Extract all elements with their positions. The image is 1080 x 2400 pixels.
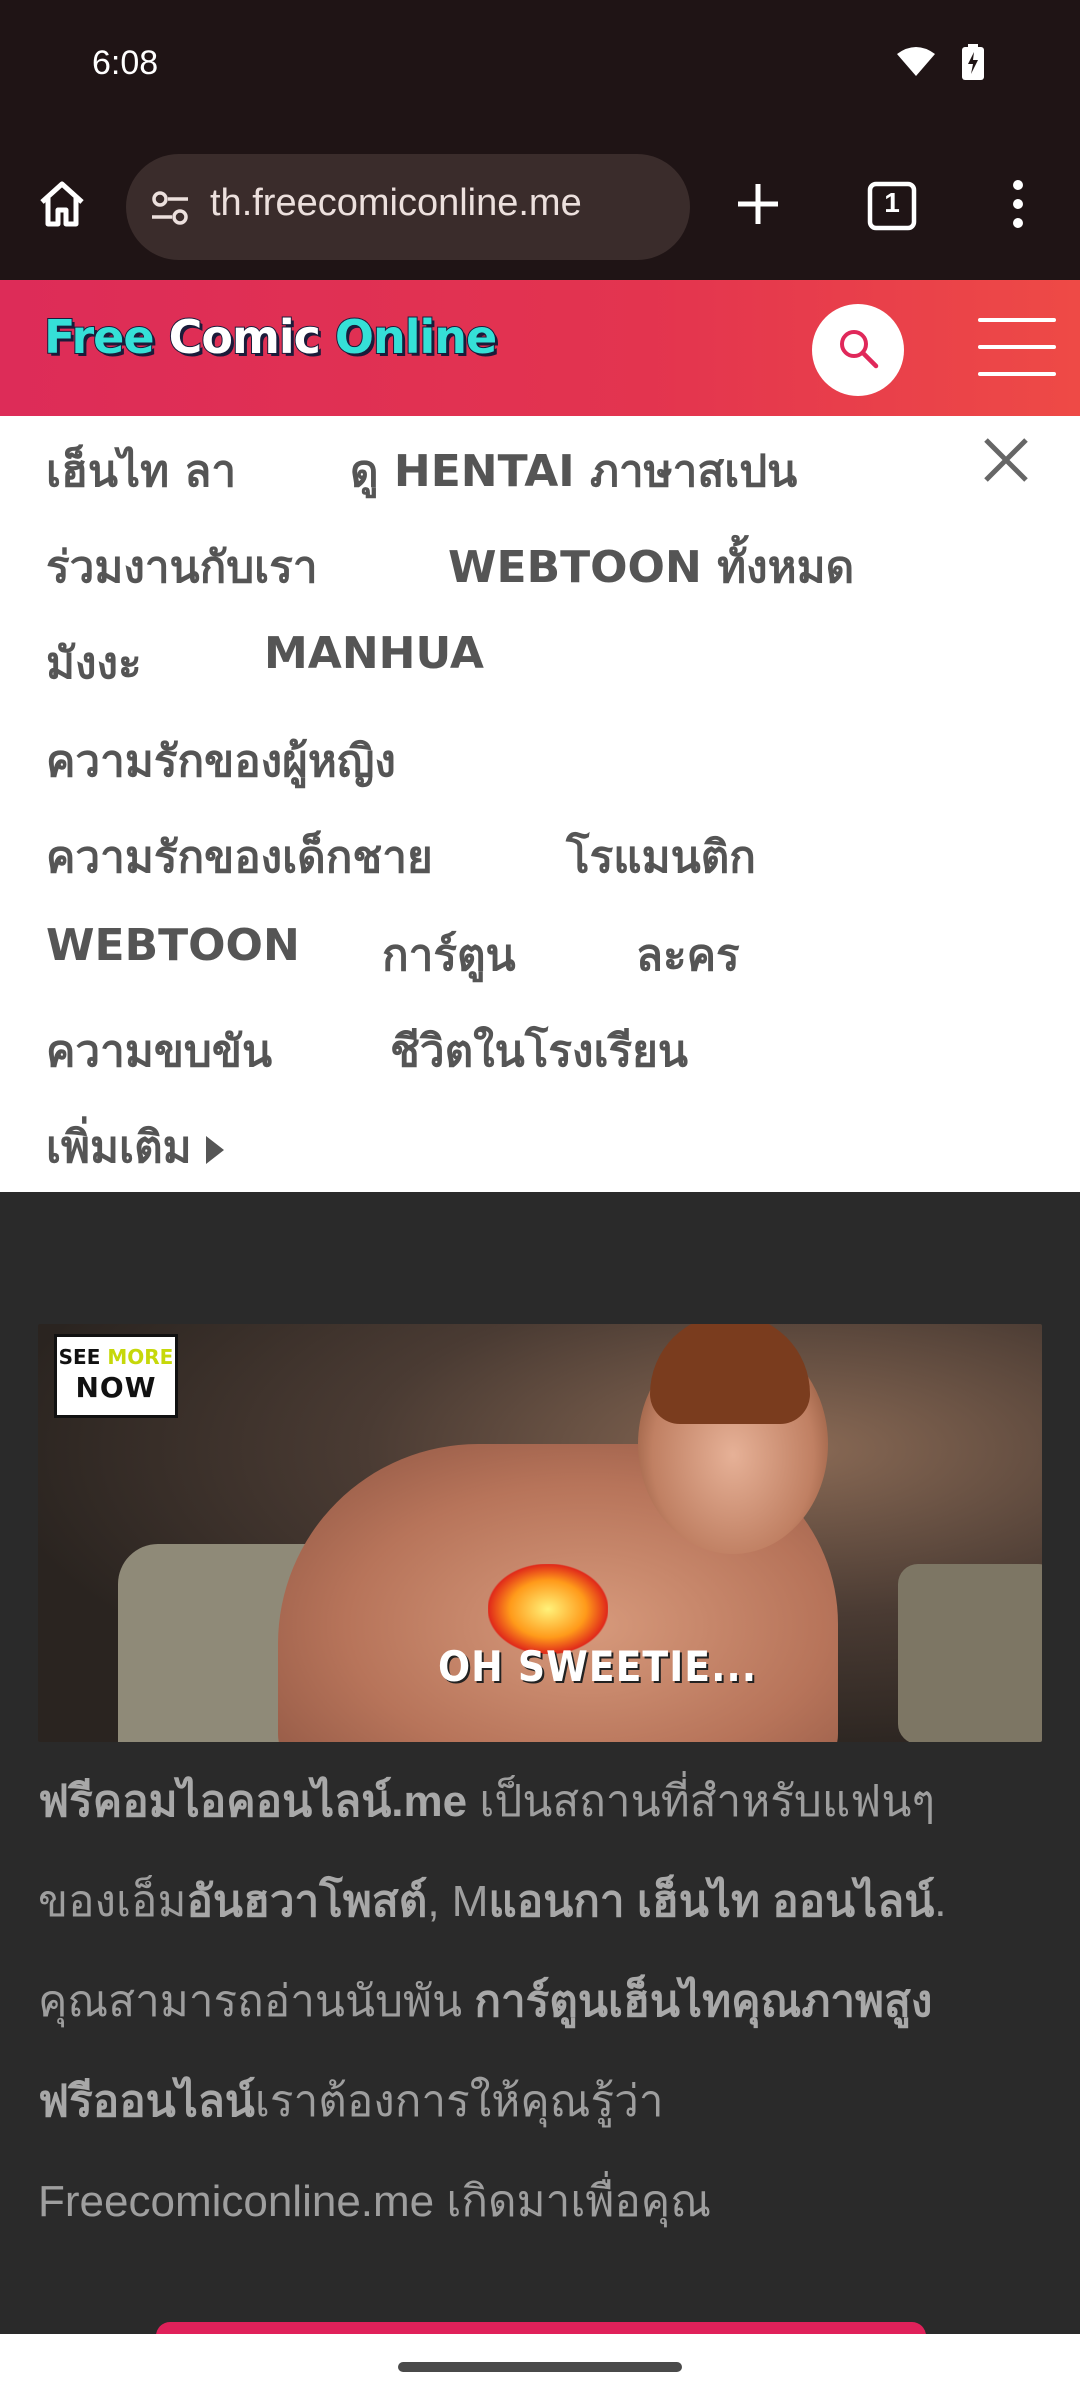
gesture-handle[interactable] bbox=[398, 2362, 682, 2372]
search-button[interactable] bbox=[812, 304, 904, 396]
logo-word-online: Online bbox=[334, 309, 498, 365]
desc-bold: ฟรีคอมไอคอนไลน์.me bbox=[38, 1777, 468, 1826]
desc-text: , M bbox=[427, 1877, 489, 1926]
hamburger-line bbox=[978, 372, 1056, 376]
nav-item[interactable]: มังงะ bbox=[46, 628, 142, 698]
nav-item[interactable]: MANHUA bbox=[264, 628, 484, 679]
site-settings-icon[interactable] bbox=[148, 186, 192, 234]
nav-item[interactable]: ความรักของเด็กชาย bbox=[46, 822, 433, 892]
tab-switcher-button[interactable]: 1 bbox=[852, 166, 932, 246]
ad-figure-shape bbox=[650, 1324, 810, 1424]
overflow-menu-icon bbox=[1010, 179, 1026, 233]
nav-item[interactable]: ความรักของผู้หญิง bbox=[46, 726, 396, 796]
tab-count: 1 bbox=[884, 187, 900, 218]
battery-charging-icon bbox=[962, 44, 984, 84]
nav-more-label: เพิ่มเติม bbox=[46, 1122, 192, 1173]
ad-caption: OH SWEETIE... bbox=[438, 1642, 758, 1691]
wifi-icon bbox=[896, 46, 936, 82]
nav-menu: เฮ็นไท ลา ดู HENTAI ภาษาสเปน ร่วมงานกับเ… bbox=[0, 416, 1080, 1192]
status-bar: 6:08 bbox=[0, 0, 1080, 136]
badge-text: SEE bbox=[58, 1345, 101, 1369]
nav-item[interactable]: การ์ตูน bbox=[382, 920, 516, 990]
nav-item[interactable]: ละคร bbox=[636, 920, 740, 990]
nav-item[interactable]: ร่วมงานกับเรา bbox=[46, 532, 318, 602]
new-tab-icon bbox=[734, 180, 782, 232]
hamburger-line bbox=[978, 345, 1056, 349]
main-content: SEE MORE NOW OH SWEETIE... ฟรีคอมไอคอนไล… bbox=[0, 1192, 1080, 2352]
ad-banner[interactable]: SEE MORE NOW OH SWEETIE... bbox=[38, 1324, 1042, 1742]
caret-right-icon bbox=[205, 1136, 224, 1164]
badge-text-highlight: MORE bbox=[107, 1345, 174, 1369]
desc-text: เราต้องการให้คุณรู้ว่า bbox=[254, 2077, 664, 2126]
logo-word-comic: Comic bbox=[168, 309, 322, 365]
badge-text: NOW bbox=[75, 1371, 157, 1404]
desc-bold: อันฮวาโพสต์ bbox=[186, 1877, 428, 1926]
overflow-menu-button[interactable] bbox=[978, 166, 1058, 246]
nav-item[interactable]: ความขบขัน bbox=[46, 1016, 272, 1086]
status-time: 6:08 bbox=[92, 44, 159, 82]
status-icons bbox=[896, 44, 984, 84]
close-menu-icon[interactable] bbox=[976, 430, 1036, 490]
home-button[interactable] bbox=[22, 166, 102, 246]
ad-see-more-badge[interactable]: SEE MORE NOW bbox=[54, 1334, 178, 1418]
desc-text: คุณสามารถอ่านนับพัน bbox=[38, 1977, 475, 2026]
desc-bold: แอนกา เฮ็นไท ออนไลน์ bbox=[488, 1877, 935, 1926]
hamburger-line bbox=[978, 318, 1056, 322]
site-description: ฟรีคอมไอคอนไลน์.me เป็นสถานที่สำหรับแฟนๆ… bbox=[38, 1752, 1048, 2252]
tab-switcher-icon: 1 bbox=[867, 181, 917, 231]
home-icon bbox=[36, 178, 88, 234]
desc-bold: การ์ตูนเฮ็นไทคุณภาพสูง bbox=[474, 1977, 933, 2026]
nav-item[interactable]: WEBTOON ทั้งหมด bbox=[448, 532, 854, 602]
desc-text: ของเอ็ม bbox=[38, 1877, 187, 1926]
browser-toolbar: th.freecomiconline.me 1 bbox=[0, 136, 1080, 280]
search-icon bbox=[836, 326, 880, 374]
site-header: Free Comic Online bbox=[0, 280, 1080, 416]
ad-background-shape bbox=[898, 1564, 1042, 1742]
gesture-nav-area bbox=[0, 2334, 1080, 2400]
nav-more-link[interactable]: เพิ่มเติม bbox=[46, 1112, 224, 1182]
nav-item[interactable]: WEBTOON bbox=[46, 920, 300, 971]
desc-bold: ฟรีออนไลน์ bbox=[38, 2077, 255, 2126]
new-tab-button[interactable] bbox=[718, 166, 798, 246]
ad-burst-graphic bbox=[488, 1564, 608, 1654]
desc-text: เป็นสถานที่สำหรับแฟนๆ bbox=[467, 1777, 936, 1826]
desc-text: . bbox=[934, 1877, 947, 1926]
url-text[interactable]: th.freecomiconline.me bbox=[210, 182, 582, 225]
nav-item[interactable]: ชีวิตในโรงเรียน bbox=[390, 1016, 688, 1086]
address-bar[interactable]: th.freecomiconline.me bbox=[126, 154, 690, 260]
site-logo[interactable]: Free Comic Online bbox=[43, 309, 498, 365]
nav-item[interactable]: โรแมนติก bbox=[566, 822, 756, 892]
desc-text: Freecomiconline.me เกิดมาเพื่อคุณ bbox=[38, 2177, 712, 2226]
nav-item[interactable]: เฮ็นไท ลา bbox=[46, 436, 236, 506]
logo-word-free: Free bbox=[43, 309, 156, 365]
hamburger-menu-button[interactable] bbox=[978, 318, 1056, 376]
nav-item[interactable]: ดู HENTAI ภาษาสเปน bbox=[350, 436, 797, 506]
